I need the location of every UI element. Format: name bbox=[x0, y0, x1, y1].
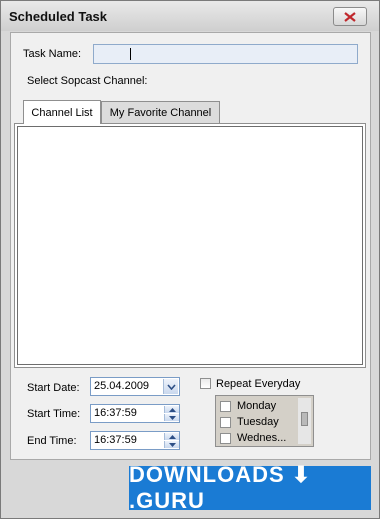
chevron-down-icon bbox=[166, 383, 176, 390]
day-checkbox-wednesday[interactable] bbox=[220, 432, 231, 444]
spin-down-button[interactable] bbox=[164, 441, 179, 448]
spin-down-button[interactable] bbox=[164, 414, 179, 421]
list-item[interactable]: Monday bbox=[220, 398, 276, 414]
downloads-guru-watermark: DOWNLOADS ⬇ .GURU bbox=[129, 462, 371, 513]
tab-favorite-label: My Favorite Channel bbox=[109, 106, 212, 119]
repeat-everyday-label: Repeat Everyday bbox=[216, 378, 301, 390]
dialog-content: Task Name: Select Sopcast Channel: Chann… bbox=[10, 32, 371, 460]
end-time-field[interactable]: 16:37:59 bbox=[90, 431, 180, 450]
end-time-value: 16:37:59 bbox=[94, 434, 137, 446]
day-checkbox-monday[interactable] bbox=[220, 400, 231, 412]
repeat-everyday-checkbox[interactable] bbox=[200, 378, 211, 389]
list-item[interactable]: Tuesday bbox=[220, 414, 279, 430]
weekday-list[interactable]: Monday Tuesday Wednes... bbox=[215, 395, 314, 447]
start-time-spinner[interactable] bbox=[164, 406, 179, 421]
task-name-label: Task Name: bbox=[23, 48, 82, 60]
day-checkbox-tuesday[interactable] bbox=[220, 416, 231, 428]
end-time-spinner[interactable] bbox=[164, 433, 179, 448]
channel-list[interactable] bbox=[17, 126, 363, 365]
title-bar[interactable]: Scheduled Task bbox=[1, 1, 379, 31]
tab-channel-list-label: Channel List bbox=[31, 106, 93, 119]
arrow-down-icon bbox=[168, 415, 176, 420]
spin-up-button[interactable] bbox=[164, 406, 179, 413]
task-name-input[interactable] bbox=[93, 44, 358, 64]
scheduled-task-window: Scheduled Task Task Name: Select Sopcast… bbox=[0, 0, 380, 519]
day-label: Wednes... bbox=[237, 432, 287, 444]
start-date-value: 25.04.2009 bbox=[94, 380, 150, 392]
date-dropdown-button[interactable] bbox=[163, 379, 178, 394]
start-time-value: 16:37:59 bbox=[94, 407, 137, 419]
scroll-thumb[interactable] bbox=[301, 412, 308, 426]
arrow-down-icon bbox=[168, 442, 176, 447]
day-label: Monday bbox=[237, 400, 277, 412]
end-time-label: End Time: bbox=[27, 435, 77, 447]
start-date-label: Start Date: bbox=[27, 382, 80, 394]
list-item[interactable]: Wednes... bbox=[220, 430, 286, 446]
arrow-up-icon bbox=[168, 407, 176, 412]
start-time-field[interactable]: 16:37:59 bbox=[90, 404, 180, 423]
select-channel-label: Select Sopcast Channel: bbox=[27, 75, 148, 87]
arrow-up-icon bbox=[168, 434, 176, 439]
tab-my-favorite-channel[interactable]: My Favorite Channel bbox=[101, 101, 220, 123]
text-caret bbox=[130, 48, 131, 60]
day-label: Tuesday bbox=[237, 416, 279, 428]
watermark-text: DOWNLOADS ⬇ .GURU bbox=[129, 462, 312, 513]
start-time-label: Start Time: bbox=[27, 408, 81, 420]
channel-list-panel bbox=[14, 123, 366, 368]
window-title: Scheduled Task bbox=[9, 9, 108, 24]
close-icon bbox=[344, 11, 356, 22]
start-date-picker[interactable]: 25.04.2009 bbox=[90, 377, 180, 396]
weekday-scrollbar[interactable] bbox=[298, 398, 311, 444]
tab-channel-list[interactable]: Channel List bbox=[23, 100, 101, 124]
close-button[interactable] bbox=[333, 7, 367, 26]
spin-up-button[interactable] bbox=[164, 433, 179, 440]
